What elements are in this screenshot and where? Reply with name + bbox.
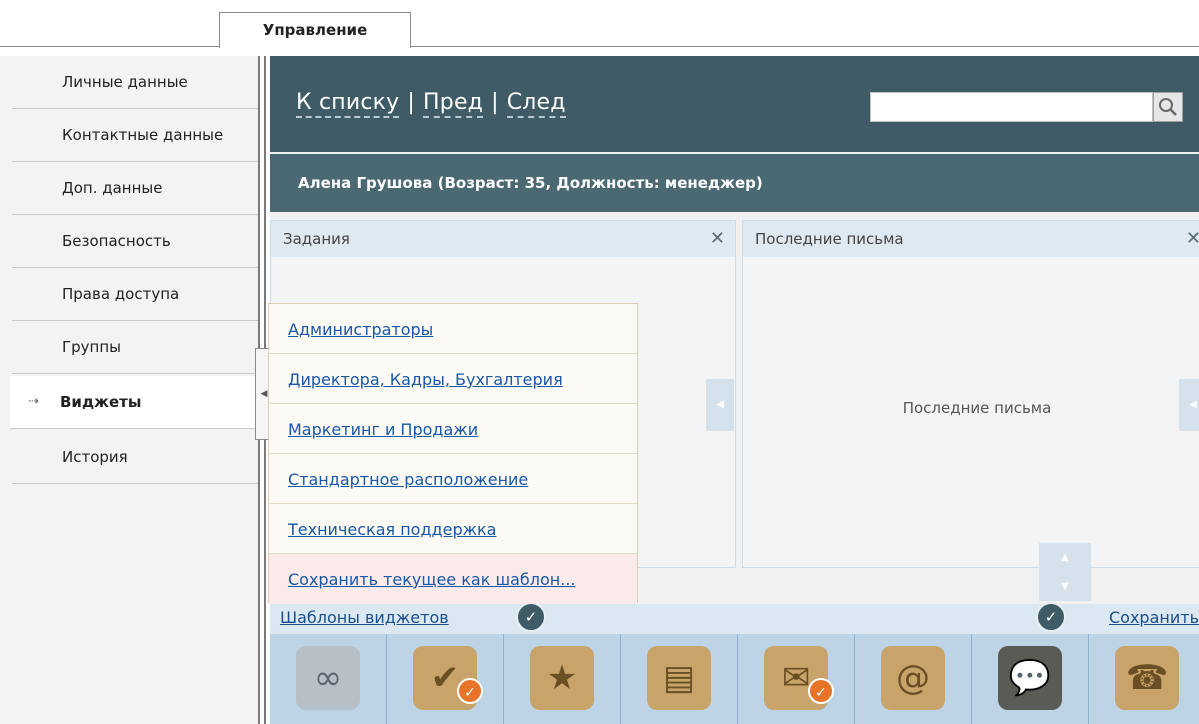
sidebar-item-personal[interactable]: Личные данные bbox=[12, 56, 258, 109]
chat-board-icon: 💬 bbox=[998, 646, 1062, 710]
template-item-support[interactable]: Техническая поддержка bbox=[269, 504, 637, 554]
sidebar-item-label: Контактные данные bbox=[62, 126, 224, 144]
mail-widget: Последние письма ✕ Последние письма ◀ bbox=[742, 220, 1199, 568]
active-arrow-icon: ⇢ bbox=[28, 394, 39, 409]
search-input[interactable] bbox=[870, 92, 1153, 122]
record-nav-bar: К списку | Пред | След bbox=[270, 56, 1199, 152]
sidebar-item-groups[interactable]: Группы bbox=[12, 321, 258, 374]
sidebar-item-label: Безопасность bbox=[62, 232, 171, 250]
sidebar-item-label: Группы bbox=[62, 338, 122, 356]
check-badge-icon: ✓ bbox=[808, 678, 834, 704]
scroll-updown-control[interactable]: ▲ ▼ bbox=[1039, 543, 1091, 601]
sidebar-item-label: Доп. данные bbox=[62, 179, 163, 197]
search-icon bbox=[1159, 98, 1177, 116]
sidebar-item-label: История bbox=[62, 448, 128, 466]
widget-mail-tasks[interactable]: ✉ ✓ bbox=[738, 634, 855, 724]
next-link[interactable]: След bbox=[506, 90, 566, 118]
chevron-up-icon[interactable]: ▲ bbox=[1039, 543, 1091, 572]
tab-management[interactable]: Управление bbox=[219, 12, 411, 48]
check-icon[interactable]: ✓ bbox=[516, 602, 546, 632]
top-tab-strip: Управление bbox=[0, 0, 1199, 48]
mail-widget-header: Последние письма ✕ bbox=[743, 221, 1199, 257]
phone-icon: ☎ bbox=[1115, 646, 1179, 710]
sidebar-item-label: Виджеты bbox=[60, 393, 142, 411]
tasks-widget-header: Задания ✕ bbox=[271, 221, 735, 257]
favorites-star-icon: ★ bbox=[530, 646, 594, 710]
nav-separator: | bbox=[407, 90, 416, 115]
tab-baseline bbox=[0, 46, 1199, 47]
template-item-directors[interactable]: Директора, Кадры, Бухгалтерия bbox=[269, 354, 637, 404]
save-link[interactable]: Сохранить bbox=[1109, 608, 1199, 627]
widget-templates-link[interactable]: Шаблоны виджетов bbox=[280, 608, 449, 627]
scroll-left-icon[interactable]: ◀ bbox=[1179, 379, 1199, 431]
widget-chat[interactable]: 💬 bbox=[972, 634, 1089, 724]
prev-link[interactable]: Пред bbox=[423, 90, 484, 118]
widget-tasks[interactable]: ✔ ✓ bbox=[387, 634, 504, 724]
to-list-link[interactable]: К списку bbox=[296, 90, 400, 118]
search-button[interactable] bbox=[1153, 92, 1183, 122]
scroll-left-icon[interactable]: ◀ bbox=[706, 379, 734, 431]
check-icon[interactable]: ✓ bbox=[1036, 602, 1066, 632]
save-as-template-item[interactable]: Сохранить текущее как шаблон... bbox=[269, 554, 637, 604]
sidebar-item-label: Права доступа bbox=[62, 285, 180, 303]
widget-favorites[interactable]: ★ bbox=[504, 634, 621, 724]
widget-templates-menu: Администраторы Директора, Кадры, Бухгалт… bbox=[268, 303, 638, 604]
sidebar-item-access-rights[interactable]: Права доступа bbox=[12, 268, 258, 321]
chevron-down-icon[interactable]: ▼ bbox=[1039, 572, 1091, 601]
template-item-standard[interactable]: Стандартное расположение bbox=[269, 454, 637, 504]
sidebar-item-extra[interactable]: Доп. данные bbox=[12, 162, 258, 215]
sidebar-item-widgets[interactable]: ⇢ Виджеты bbox=[10, 376, 256, 429]
email-icon: @ bbox=[881, 646, 945, 710]
widget-phone[interactable]: ☎ bbox=[1089, 634, 1199, 724]
folder-icon: ▤ bbox=[647, 646, 711, 710]
nav-separator: | bbox=[491, 90, 499, 115]
widget-documents[interactable]: ▤ bbox=[621, 634, 738, 724]
widget-templates-header: Шаблоны виджетов ✓ ✓ Сохранить bbox=[270, 602, 1199, 634]
widget-link[interactable]: ∞ bbox=[270, 634, 387, 724]
link-icon: ∞ bbox=[296, 646, 360, 710]
check-badge-icon: ✓ bbox=[457, 678, 483, 704]
tasks-widget-title: Задания bbox=[283, 230, 350, 248]
template-item-marketing[interactable]: Маркетинг и Продажи bbox=[269, 404, 637, 454]
sidebar-item-security[interactable]: Безопасность bbox=[12, 215, 258, 268]
sidebar: Личные данные Контактные данные Доп. дан… bbox=[0, 56, 260, 724]
sidebar-item-contacts[interactable]: Контактные данные bbox=[12, 109, 258, 162]
template-item-admins[interactable]: Администраторы bbox=[269, 304, 637, 354]
person-header: Алена Грушова (Возраст: 35, Должность: м… bbox=[270, 154, 1199, 212]
widget-icon-row: ∞ ✔ ✓ ★ ▤ ✉ ✓ @ 💬 ☎ bbox=[270, 634, 1199, 724]
close-icon[interactable]: ✕ bbox=[710, 221, 725, 257]
mail-widget-title: Последние письма bbox=[755, 230, 904, 248]
widget-email[interactable]: @ bbox=[855, 634, 972, 724]
sidebar-item-label: Личные данные bbox=[62, 73, 188, 91]
chevron-left-icon: ◀ bbox=[260, 389, 268, 399]
close-icon[interactable]: ✕ bbox=[1186, 221, 1199, 257]
sidebar-item-history[interactable]: История bbox=[12, 431, 258, 484]
record-nav-links: К списку | Пред | След bbox=[296, 90, 566, 118]
widget-templates-bar: Шаблоны виджетов ✓ ✓ Сохранить ∞ ✔ ✓ ★ ▤… bbox=[270, 602, 1199, 724]
mail-widget-body: Последние письма bbox=[902, 399, 1052, 417]
